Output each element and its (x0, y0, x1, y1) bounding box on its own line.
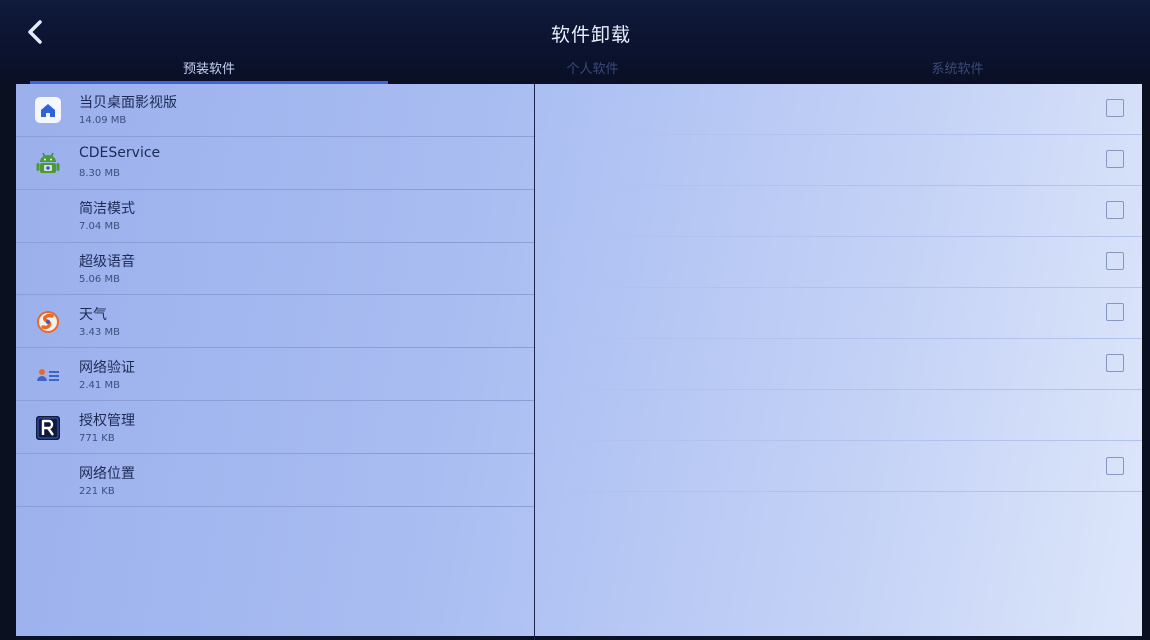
app-row[interactable]: 简洁模式 7.04 MB (16, 190, 1142, 242)
app-row[interactable]: 超级语音 5.06 MB (16, 243, 1142, 295)
select-checkbox[interactable] (1106, 252, 1124, 270)
app-size: 7.04 MB (79, 221, 120, 232)
select-checkbox[interactable] (1106, 457, 1124, 475)
app-name: 授权管理 (79, 413, 135, 429)
app-name: 当贝桌面影视版 (79, 95, 177, 111)
screen-bezel-left (0, 84, 16, 640)
app-size: 771 KB (79, 433, 115, 444)
app-row[interactable]: CDEService 8.30 MB (16, 137, 1142, 189)
select-checkbox[interactable] (1106, 99, 1124, 117)
app-name: CDEService (79, 145, 161, 161)
tab-preinstalled[interactable]: 预装软件 (30, 58, 388, 82)
page-title: 软件卸载 (550, 24, 631, 46)
app-name: 超级语音 (79, 254, 135, 270)
app-row[interactable]: 网络位置 221 KB (16, 455, 1142, 507)
top-bar: 软件卸载 预装软件 个人软件 系统软件 (0, 0, 1150, 84)
app-name: 网络位置 (79, 466, 135, 482)
tab-personal[interactable]: 个人软件 (400, 58, 785, 82)
app-size: 8.30 MB (79, 168, 120, 179)
app-size: 14.09 MB (79, 115, 127, 126)
select-checkbox[interactable] (1106, 303, 1124, 321)
app-size: 5.06 MB (79, 274, 120, 285)
app-row[interactable]: 天气 3.43 MB (16, 296, 1142, 348)
app-row[interactable]: 授权管理 771 KB (16, 402, 1142, 454)
tab-system[interactable]: 系统软件 (770, 58, 1145, 82)
app-name: 简洁模式 (79, 201, 135, 217)
app-size: 2.41 MB (79, 380, 120, 391)
app-size: 221 KB (79, 486, 115, 497)
screen: 软件卸载 预装软件 个人软件 系统软件 当贝桌面影视版 14.09 MB CDE… (0, 0, 1150, 640)
app-row[interactable]: 当贝桌面影视版 14.09 MB (16, 84, 1142, 136)
select-checkbox[interactable] (1106, 201, 1124, 219)
select-checkbox[interactable] (1106, 354, 1124, 372)
id-card-icon (34, 361, 62, 389)
weather-icon (34, 308, 62, 336)
app-size: 3.43 MB (79, 327, 120, 338)
screen-bezel-right (1142, 84, 1150, 640)
app-row[interactable]: 网络验证 2.41 MB (16, 349, 1142, 401)
app-name: 天气 (79, 307, 107, 323)
app-name: 网络验证 (79, 360, 135, 376)
r-badge-icon (34, 414, 62, 442)
select-checkbox[interactable] (1106, 150, 1124, 168)
home-icon (34, 96, 62, 124)
android-icon (34, 149, 62, 177)
